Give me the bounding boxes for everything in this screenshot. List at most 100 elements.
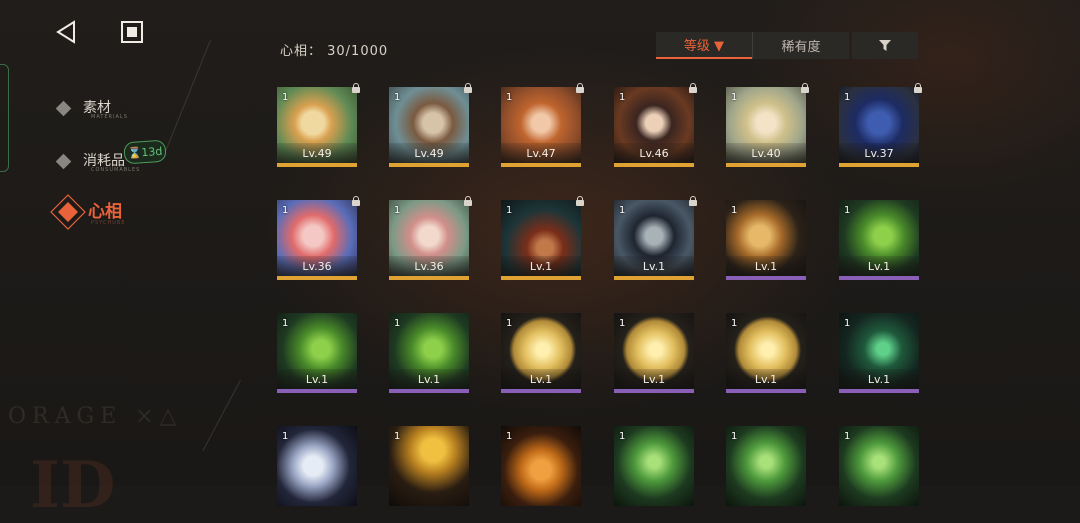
rarity-strip [614,163,694,167]
rarity-strip [501,276,581,280]
sort-by-level-button[interactable]: 等级 ▼ [656,32,752,59]
lock-icon[interactable] [689,83,697,93]
diamond-icon [55,100,72,116]
psychube-art-image [277,426,357,506]
home-button[interactable] [118,18,146,46]
level-label: Lv.49 [389,143,469,163]
psychube-card[interactable]: 1 Lv.47 [501,87,581,167]
quantity-label: 1 [506,318,513,329]
quantity-label: 1 [394,92,401,103]
rarity-strip [726,163,806,167]
psychube-card[interactable]: 1 [726,426,806,506]
level-label: Lv.49 [277,143,357,163]
level-label: Lv.1 [501,369,581,389]
rarity-strip [839,276,919,280]
psychube-card[interactable]: 1 Lv.1 [501,200,581,280]
rarity-strip [389,389,469,393]
quantity-label: 1 [282,318,289,329]
psychube-card[interactable]: 1 [277,426,357,506]
sort-by-rarity-button[interactable]: 稀有度 [752,32,849,59]
level-label: Lv.1 [614,369,694,389]
psychube-card[interactable]: 1 Lv.36 [389,200,469,280]
level-label: Lv.1 [614,256,694,276]
quantity-label: 1 [731,205,738,216]
psychube-card[interactable]: 1 Lv.36 [277,200,357,280]
square-stop-icon [121,21,143,43]
psychube-card[interactable]: 1 Lv.49 [389,87,469,167]
rarity-strip [277,276,357,280]
psychube-card[interactable]: 1 Lv.1 [389,313,469,393]
psychube-card[interactable]: 1 Lv.1 [614,200,694,280]
rarity-strip [839,163,919,167]
level-label: Lv.1 [277,369,357,389]
psychube-card[interactable]: 1 [614,426,694,506]
active-diamond-icon [50,194,86,230]
lock-icon[interactable] [352,83,360,93]
psychube-card[interactable]: 1 Lv.1 [839,200,919,280]
lock-icon[interactable] [576,196,584,206]
level-label: Lv.36 [277,256,357,276]
psychube-art-image [839,426,919,506]
lock-icon[interactable] [464,83,472,93]
quantity-label: 1 [844,318,851,329]
sidebar-item-psychube[interactable]: 心相 PSYCHUBE [50,192,208,232]
quantity-label: 1 [731,318,738,329]
psychube-card[interactable]: 1 [839,426,919,506]
sidebar-item-sublabel: MATERIALS [91,114,128,120]
lock-icon[interactable] [801,83,809,93]
psychube-card[interactable]: 1 Lv.40 [726,87,806,167]
quantity-label: 1 [844,92,851,103]
sidebar-item-materials[interactable]: 素材 MATERIALS [55,88,208,128]
psychube-card[interactable]: 1 Lv.49 [277,87,357,167]
timer-badge: ⌛13d [123,139,167,165]
level-label: Lv.46 [614,143,694,163]
psychube-card[interactable]: 1 Lv.1 [614,313,694,393]
level-label: Lv.1 [726,369,806,389]
psychube-art-image [501,426,581,506]
rarity-strip [614,276,694,280]
rarity-strip [839,389,919,393]
psychube-card[interactable]: 1 Lv.1 [726,313,806,393]
rarity-strip [389,276,469,280]
diamond-icon [55,153,72,169]
quantity-label: 1 [506,205,513,216]
level-label: Lv.36 [389,256,469,276]
sidebar-item-sublabel: CONSUMABLES [91,167,141,173]
quantity-label: 1 [394,431,401,442]
rarity-strip [277,389,357,393]
quantity-label: 1 [731,431,738,442]
level-label: Lv.1 [501,256,581,276]
psychube-card[interactable]: 1 [389,426,469,506]
background-watermark: ORAGE ×△ [8,404,183,429]
psychube-art-image [614,426,694,506]
psychube-card[interactable]: 1 Lv.1 [726,200,806,280]
psychube-card[interactable]: 1 Lv.37 [839,87,919,167]
lock-icon[interactable] [576,83,584,93]
psychube-card[interactable]: 1 [501,426,581,506]
back-button[interactable] [52,18,80,46]
lock-icon[interactable] [464,196,472,206]
level-label: Lv.47 [501,143,581,163]
level-label: Lv.1 [839,369,919,389]
rarity-strip [726,276,806,280]
psychube-card[interactable]: 1 Lv.1 [839,313,919,393]
quantity-label: 1 [282,205,289,216]
level-label: Lv.40 [726,143,806,163]
psychube-card[interactable]: 1 Lv.1 [277,313,357,393]
rarity-strip [501,389,581,393]
quantity-label: 1 [619,92,626,103]
quantity-label: 1 [619,205,626,216]
quantity-label: 1 [844,431,851,442]
lock-icon[interactable] [689,196,697,206]
lock-icon[interactable] [914,83,922,93]
level-label: Lv.1 [839,256,919,276]
side-rail-handle[interactable] [0,64,9,172]
filter-button[interactable] [852,32,918,59]
psychube-card[interactable]: 1 Lv.46 [614,87,694,167]
quantity-label: 1 [282,92,289,103]
psychube-card[interactable]: 1 Lv.1 [501,313,581,393]
lock-icon[interactable] [352,196,360,206]
sort-bar: 等级 ▼ 稀有度 [656,32,849,59]
sidebar-item-sublabel: PSYCHUBE [91,220,126,226]
quantity-label: 1 [506,92,513,103]
